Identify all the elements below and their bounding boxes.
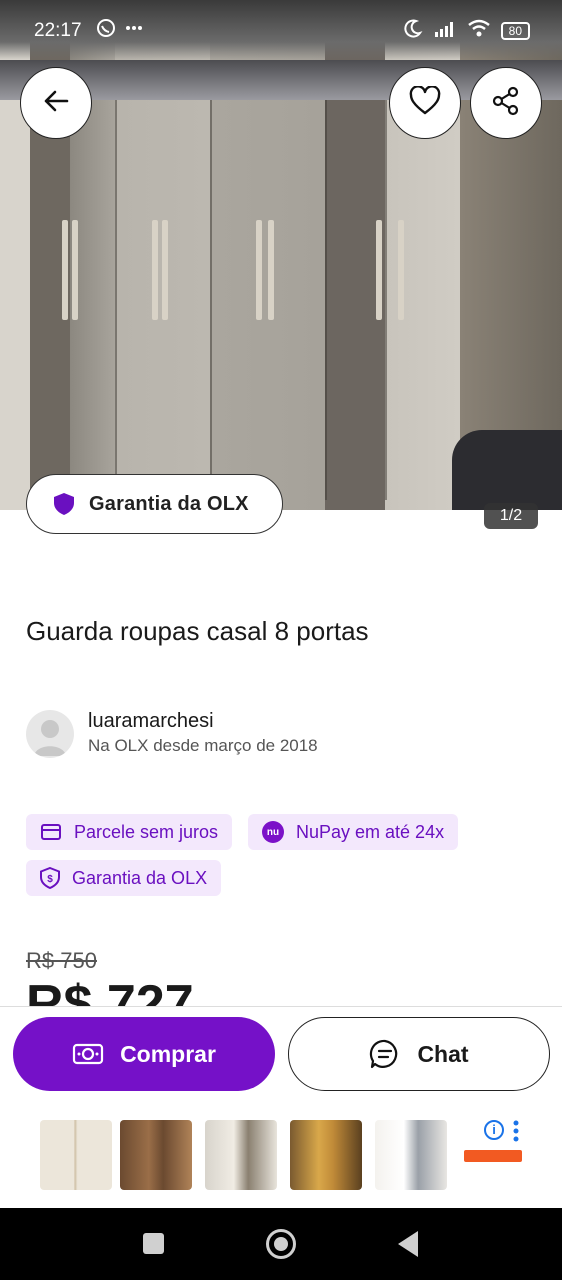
ad-thumbnail[interactable] [205, 1120, 277, 1190]
photo-detail [376, 220, 382, 320]
tag-label: Parcele sem juros [74, 821, 219, 842]
photo-detail [256, 220, 262, 320]
chat-button-label: Chat [417, 1040, 469, 1067]
ad-thumbnail[interactable] [290, 1120, 362, 1190]
photo-detail [152, 220, 158, 320]
back-button[interactable] [20, 67, 92, 139]
status-time: 22:17 [34, 20, 82, 41]
shield-dollar-icon: $ [40, 867, 60, 889]
ad-thumbnail[interactable] [375, 1120, 447, 1190]
shield-icon [53, 492, 75, 516]
buy-button[interactable]: Comprar [13, 1017, 275, 1091]
photo-detail [72, 220, 78, 320]
home-button[interactable] [266, 1229, 296, 1259]
status-bar: 22:17 80 [0, 0, 562, 60]
signal-icon [433, 18, 457, 43]
system-back-button[interactable] [398, 1231, 418, 1257]
info-icon[interactable]: i [484, 1120, 504, 1140]
arrow-left-icon [41, 86, 71, 121]
photo-detail [385, 100, 387, 500]
photo-counter: 1/2 [484, 503, 538, 529]
photo-detail [452, 430, 562, 510]
photo-detail [398, 220, 404, 320]
ad-thumbnail[interactable] [120, 1120, 192, 1190]
svg-text:$: $ [47, 874, 53, 885]
photo-detail [162, 220, 168, 320]
home-icon [274, 1237, 288, 1251]
more-dots-icon [124, 18, 144, 43]
price-current: R$ 727 [26, 978, 194, 1006]
favorite-button[interactable] [389, 67, 461, 139]
listing-title: Guarda roupas casal 8 portas [26, 616, 369, 646]
moon-icon [403, 18, 423, 43]
status-right: 80 [403, 18, 530, 43]
listing-photo[interactable] [0, 0, 562, 510]
nu-icon: nu [262, 821, 284, 843]
share-button[interactable] [470, 67, 542, 139]
seller-name[interactable]: luaramarchesi [88, 710, 214, 733]
photo-detail [62, 220, 68, 320]
ad-brand-tag[interactable] [464, 1150, 522, 1162]
tag-parcele: Parcele sem juros [26, 814, 233, 850]
price-old: R$ 750 [26, 948, 97, 973]
ad-thumbnail[interactable] [40, 1120, 112, 1190]
tag-label: NuPay em até 24x [296, 821, 445, 842]
chat-button[interactable]: Chat [288, 1017, 550, 1091]
buy-button-label: Comprar [120, 1040, 216, 1067]
photo-detail [115, 100, 117, 500]
money-icon [72, 1042, 104, 1066]
guarantee-pill-label: Garantia da OLX [89, 492, 249, 515]
heart-icon [409, 84, 441, 121]
guarantee-pill[interactable]: Garantia da OLX [26, 474, 283, 534]
tag-label: Garantia da OLX [72, 867, 208, 888]
photo-detail [210, 100, 212, 500]
card-icon [40, 823, 62, 841]
status-left-icons [96, 18, 144, 43]
share-icon [491, 86, 521, 121]
battery-indicator: 80 [500, 21, 530, 40]
recents-button[interactable] [143, 1233, 164, 1254]
photo-detail [268, 220, 274, 320]
seller-avatar[interactable] [26, 710, 74, 758]
photo-detail [325, 100, 327, 500]
tag-nupay: nu NuPay em até 24x [248, 814, 459, 850]
more-vertical-icon[interactable] [512, 1120, 520, 1142]
chat-bubble-icon [369, 1038, 401, 1070]
whatsapp-icon [96, 18, 116, 43]
tag-garantia: $ Garantia da OLX [26, 860, 222, 896]
seller-since: Na OLX desde março de 2018 [88, 736, 318, 755]
wifi-icon [467, 18, 491, 43]
